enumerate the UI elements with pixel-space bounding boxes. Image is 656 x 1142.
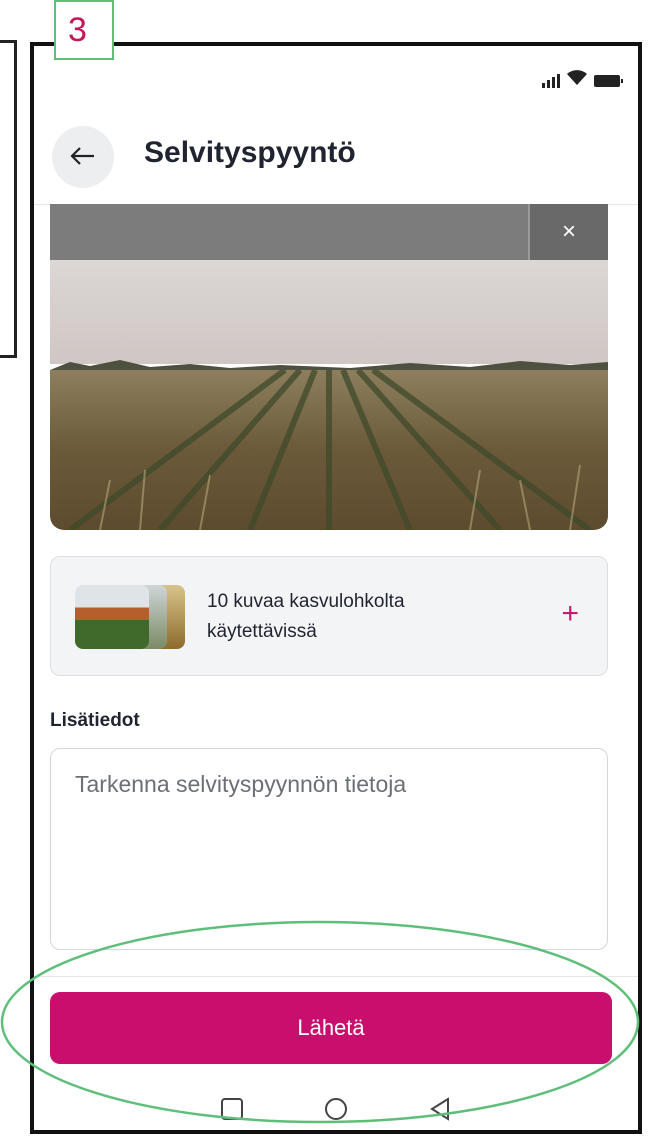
photo-gallery-card[interactable]: 10 kuvaa kasvulohkolta käytettävissä + [50,556,608,676]
status-bar [34,46,638,108]
photo-field [50,370,608,530]
gallery-thumbnails [75,585,185,649]
back-button[interactable] [52,126,114,188]
step-number-badge: 3 [54,0,114,60]
battery-icon [594,74,623,87]
page-title: Selvityspyyntö [144,136,356,169]
wifi-icon [566,70,588,91]
details-label: Lisätiedot [50,710,140,731]
photo-overlay-bar [50,204,608,260]
remove-photo-button[interactable]: × [528,204,608,260]
add-photo-button[interactable]: + [561,599,579,629]
signal-icon [542,73,560,88]
adjacent-phone-edge [0,40,17,358]
field-photo: × [50,204,608,530]
arrow-left-icon [70,141,96,173]
app-header: Selvityspyyntö [34,108,638,205]
highlight-ellipse [0,920,640,1124]
photo-sky [50,260,608,364]
gallery-text: 10 kuvaa kasvulohkolta käytettävissä [207,591,405,642]
